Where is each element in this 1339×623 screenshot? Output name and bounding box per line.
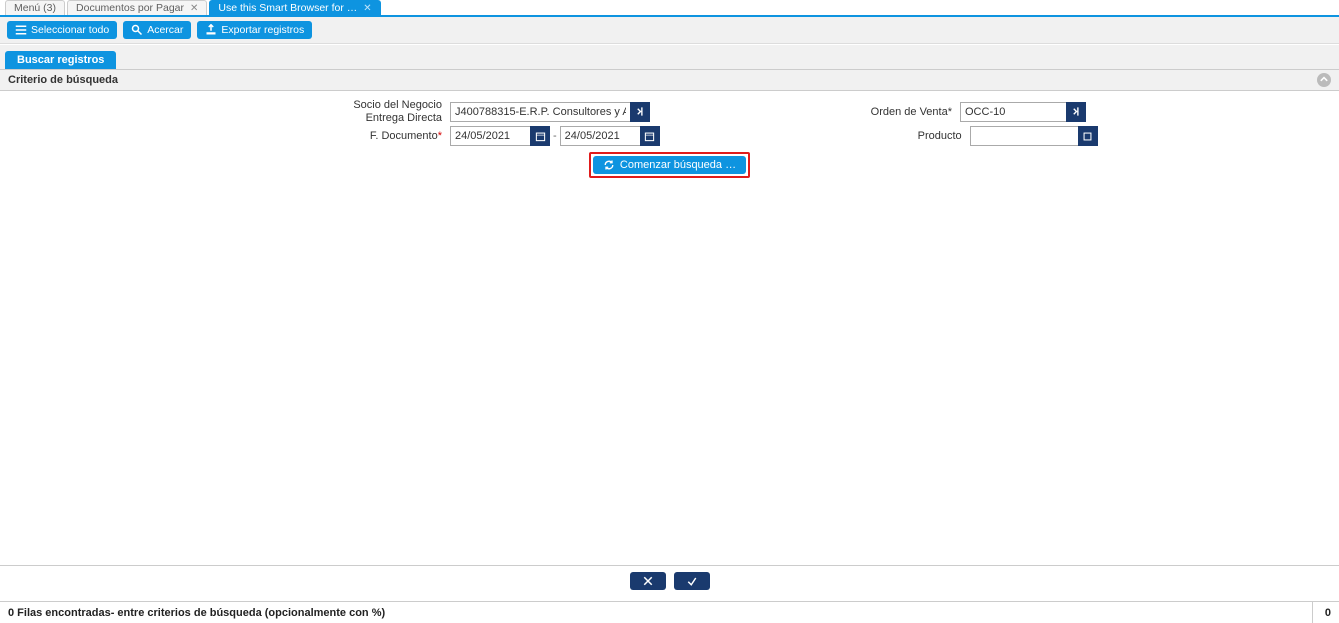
status-bar: 0 Filas encontradas- entre criterios de … xyxy=(0,601,1339,623)
sales-order-lookup-button[interactable] xyxy=(1066,102,1086,122)
sales-order-input[interactable] xyxy=(960,102,1066,122)
search-criteria-form: Socio del Negocio Entrega Directa Orden … xyxy=(0,91,1339,188)
panel-tabs: Buscar registros xyxy=(0,44,1339,70)
tab-buscar-registros[interactable]: Buscar registros xyxy=(5,51,116,69)
highlight-box: Comenzar búsqueda … xyxy=(589,152,750,178)
status-text: 0 Filas encontradas- entre criterios de … xyxy=(8,607,385,619)
label-sales-order: Orden de Venta* xyxy=(650,106,960,118)
toolbar: Seleccionar todo Acercar Exportar regist… xyxy=(0,17,1339,44)
status-count: 0 xyxy=(1312,602,1331,623)
plug-icon xyxy=(635,106,646,117)
tab-smart-browser[interactable]: Use this Smart Browser for … ✕ xyxy=(209,0,380,15)
label-text: Socio del Negocio Entrega Directa xyxy=(342,99,442,124)
calendar-icon xyxy=(535,131,546,142)
label-partner: Socio del Negocio Entrega Directa xyxy=(0,99,450,124)
button-label: Acercar xyxy=(147,24,183,36)
box-icon xyxy=(1082,131,1093,142)
partner-input[interactable] xyxy=(450,102,630,122)
check-icon xyxy=(685,575,699,587)
product-input[interactable] xyxy=(970,126,1078,146)
main-tabs: Menú (3) Documentos por Pagar ✕ Use this… xyxy=(0,0,1339,17)
product-lookup-button[interactable] xyxy=(1078,126,1098,146)
tab-label: Menú (3) xyxy=(14,2,56,14)
criteria-title: Criterio de búsqueda xyxy=(8,74,118,86)
required-marker: * xyxy=(438,130,442,142)
close-icon[interactable]: ✕ xyxy=(190,3,198,14)
date-to-input[interactable] xyxy=(560,126,640,146)
plug-icon xyxy=(1071,106,1082,117)
label-text: Orden de Venta xyxy=(871,106,948,118)
dialog-buttons xyxy=(0,565,1339,594)
label-doc-date: F. Documento* xyxy=(0,130,450,143)
required-marker: * xyxy=(948,106,952,118)
tab-menu[interactable]: Menú (3) xyxy=(5,0,65,15)
label-text: F. Documento xyxy=(370,130,438,142)
collapse-icon[interactable] xyxy=(1317,73,1331,87)
zoom-icon xyxy=(131,24,143,36)
list-icon xyxy=(15,24,27,36)
export-button[interactable]: Exportar registros xyxy=(197,21,312,39)
calendar-icon xyxy=(644,131,655,142)
button-label: Exportar registros xyxy=(221,24,304,36)
date-from-picker-button[interactable] xyxy=(530,126,550,146)
criteria-header: Criterio de búsqueda xyxy=(0,70,1339,91)
refresh-icon xyxy=(603,159,615,171)
date-from-input[interactable] xyxy=(450,126,530,146)
start-search-button[interactable]: Comenzar búsqueda … xyxy=(593,156,746,174)
button-label: Seleccionar todo xyxy=(31,24,109,36)
cancel-icon xyxy=(641,575,655,587)
export-icon xyxy=(205,24,217,36)
close-icon[interactable]: ✕ xyxy=(363,3,371,14)
date-to-picker-button[interactable] xyxy=(640,126,660,146)
zoom-button[interactable]: Acercar xyxy=(123,21,191,39)
select-all-button[interactable]: Seleccionar todo xyxy=(7,21,117,39)
tab-label: Use this Smart Browser for … xyxy=(218,2,357,14)
tab-label: Documentos por Pagar xyxy=(76,2,184,14)
tab-documentos[interactable]: Documentos por Pagar ✕ xyxy=(67,0,207,15)
cancel-button[interactable] xyxy=(630,572,666,590)
label-product: Producto xyxy=(660,130,970,142)
range-separator: - xyxy=(553,130,557,142)
button-label: Comenzar búsqueda … xyxy=(620,159,736,171)
ok-button[interactable] xyxy=(674,572,710,590)
partner-lookup-button[interactable] xyxy=(630,102,650,122)
